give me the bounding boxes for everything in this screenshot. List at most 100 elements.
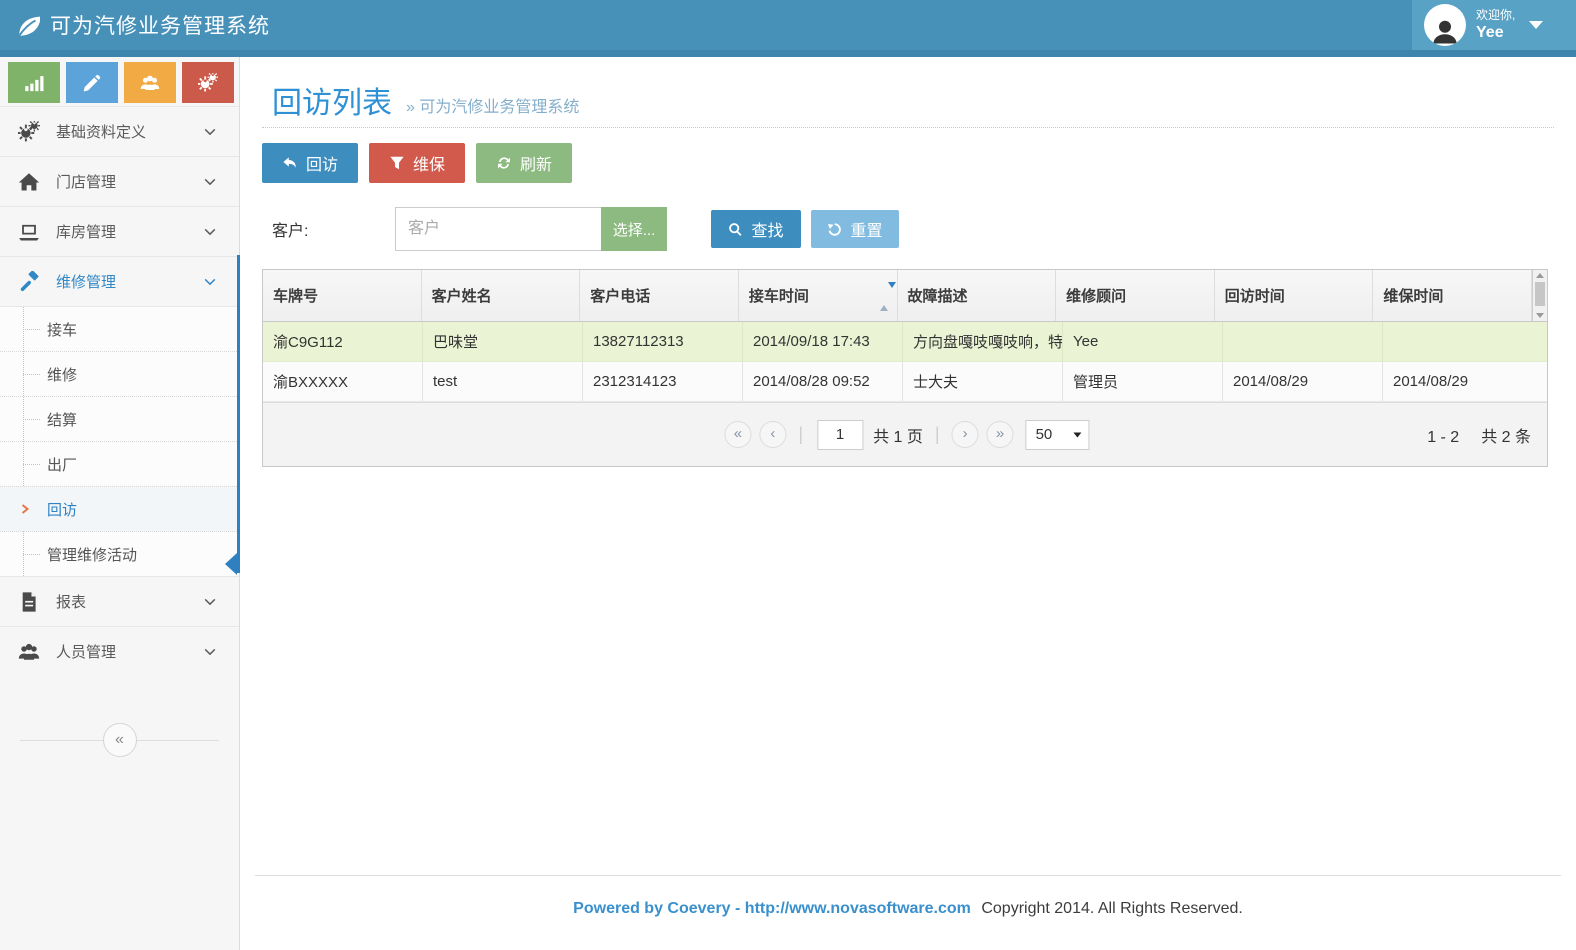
cell-advisor: Yee: [1063, 322, 1223, 361]
users-icon: [140, 73, 160, 93]
refresh-button[interactable]: 刷新: [476, 143, 572, 183]
cell-phone: 13827112313: [583, 322, 743, 361]
submenu-item-label: 结算: [47, 409, 77, 430]
total-records-label: 共 2 条: [1481, 429, 1531, 446]
search-icon: [728, 222, 743, 237]
page-number-input[interactable]: [817, 420, 863, 450]
quick-chart-button[interactable]: [8, 62, 60, 103]
undo-icon: [827, 222, 842, 237]
quick-buttons: [8, 62, 234, 103]
chevron-right-icon: [20, 504, 30, 514]
table-row[interactable]: 渝C9G112 巴味堂 13827112313 2014/09/18 17:43…: [263, 322, 1547, 362]
gears-icon: [18, 121, 40, 143]
button-label: 刷新: [520, 151, 552, 175]
customer-select-button[interactable]: 选择...: [601, 207, 667, 251]
submenu-item-intake[interactable]: 接车: [0, 306, 239, 351]
pagination-bar: « ‹ | 共 1 页 | › » 50 1 - 2共 2 条: [263, 402, 1547, 466]
laptop-icon: [18, 221, 40, 243]
button-label: 重置: [850, 217, 882, 241]
person-icon: [1430, 16, 1460, 46]
chevron-down-icon: [203, 225, 217, 239]
reset-button[interactable]: 重置: [811, 210, 899, 248]
file-icon: [18, 591, 40, 613]
chevron-down-icon: [203, 175, 217, 189]
chevron-down-icon: [203, 125, 217, 139]
quick-edit-button[interactable]: [66, 62, 118, 103]
column-label: 接车时间: [749, 285, 809, 306]
sidebar-collapse-row: «: [0, 720, 239, 760]
return-visit-button[interactable]: 回访: [262, 143, 358, 183]
table-header-row: 车牌号 客户姓名 客户电话 接车时间 故障描述 维修顾问 回访时间 维保时间: [263, 270, 1547, 322]
sidebar-item-personnel[interactable]: 人员管理: [0, 626, 239, 676]
sidebar-item-label: 报表: [56, 591, 86, 612]
sidebar-item-repair-mgmt[interactable]: 维修管理: [0, 256, 239, 306]
quick-users-button[interactable]: [124, 62, 176, 103]
col-warranty-time[interactable]: 维保时间: [1373, 270, 1532, 321]
page-header: 回访列表 » 可为汽修业务管理系统: [262, 57, 1554, 128]
quick-settings-button[interactable]: [182, 62, 234, 103]
page-size-select[interactable]: 50: [1026, 420, 1090, 450]
col-customer-name[interactable]: 客户姓名: [422, 270, 581, 321]
toolbar: 回访 维保 刷新: [262, 143, 1554, 183]
username: Yee: [1476, 23, 1515, 43]
tree-tick: [23, 374, 40, 375]
filter-bar: 客户: 选择... 查找 重置: [262, 207, 1554, 251]
first-page-button[interactable]: «: [724, 421, 751, 448]
submenu-item-label: 维修: [47, 364, 77, 385]
submenu-item-manage-activities[interactable]: 管理维修活动: [0, 531, 239, 576]
reply-arrow-icon: [282, 155, 298, 171]
pencil-icon: [82, 73, 102, 93]
sidebar-item-label: 门店管理: [56, 171, 116, 192]
scroll-down-arrow[interactable]: [1536, 313, 1544, 318]
submenu-item-repair[interactable]: 维修: [0, 351, 239, 396]
cell-phone: 2312314123: [583, 362, 743, 401]
sidebar-item-label: 人员管理: [56, 641, 116, 662]
repair-submenu: 接车 维修 结算 出厂 回访 管理维修活动: [0, 306, 239, 576]
record-range: 1 - 2共 2 条: [1427, 423, 1531, 447]
tree-tick: [23, 329, 40, 330]
sidebar-item-base-data[interactable]: 基础资料定义: [0, 106, 239, 156]
sort-icon: [880, 288, 889, 304]
cell-plate: 渝BXXXXX: [263, 362, 423, 401]
scroll-up-arrow[interactable]: [1536, 273, 1544, 278]
table-vertical-scrollbar[interactable]: [1532, 270, 1547, 321]
sidebar-collapse-button[interactable]: «: [103, 723, 137, 757]
prev-page-button[interactable]: ‹: [759, 421, 786, 448]
cell-customer: test: [423, 362, 583, 401]
search-button[interactable]: 查找: [711, 210, 801, 248]
submenu-item-settlement[interactable]: 结算: [0, 396, 239, 441]
sidebar-item-store-mgmt[interactable]: 门店管理: [0, 156, 239, 206]
button-label: 回访: [306, 151, 338, 175]
cell-warranty-time: [1383, 322, 1547, 361]
user-text: 欢迎你, Yee: [1476, 8, 1515, 43]
col-visit-time[interactable]: 回访时间: [1215, 270, 1374, 321]
warranty-button[interactable]: 维保: [369, 143, 465, 183]
header-bar: 可为汽修业务管理系统 欢迎你, Yee: [0, 0, 1576, 57]
page-footer: Powered by Coevery - http://www.novasoft…: [255, 875, 1561, 918]
col-fault-description[interactable]: 故障描述: [898, 270, 1057, 321]
submenu-item-return-visit[interactable]: 回访: [0, 486, 239, 531]
col-intake-time[interactable]: 接车时间: [739, 270, 898, 321]
powered-by-link[interactable]: Powered by Coevery - http://www.novasoft…: [573, 900, 971, 917]
caret-down-icon: [1074, 432, 1082, 437]
chevron-down-icon: [203, 645, 217, 659]
next-page-button[interactable]: ›: [952, 421, 979, 448]
cell-intake-time: 2014/08/28 09:52: [743, 362, 903, 401]
gears-icon: [198, 73, 218, 93]
user-menu[interactable]: 欢迎你, Yee: [1412, 0, 1576, 50]
col-service-advisor[interactable]: 维修顾问: [1056, 270, 1215, 321]
last-page-button[interactable]: »: [987, 421, 1014, 448]
col-customer-phone[interactable]: 客户电话: [580, 270, 739, 321]
cell-visit-time: 2014/08/29: [1223, 362, 1383, 401]
sidebar-item-warehouse-mgmt[interactable]: 库房管理: [0, 206, 239, 256]
submenu-item-release[interactable]: 出厂: [0, 441, 239, 486]
selected-item-arrow: [225, 553, 237, 575]
table-row[interactable]: 渝BXXXXX test 2312314123 2014/08/28 09:52…: [263, 362, 1547, 402]
funnel-icon: [389, 155, 405, 171]
refresh-icon: [496, 155, 512, 171]
customer-input[interactable]: [395, 207, 601, 251]
pager-separator: |: [935, 424, 940, 445]
scroll-thumb[interactable]: [1535, 282, 1545, 306]
sidebar-item-reports[interactable]: 报表: [0, 576, 239, 626]
col-plate-number[interactable]: 车牌号: [263, 270, 422, 321]
